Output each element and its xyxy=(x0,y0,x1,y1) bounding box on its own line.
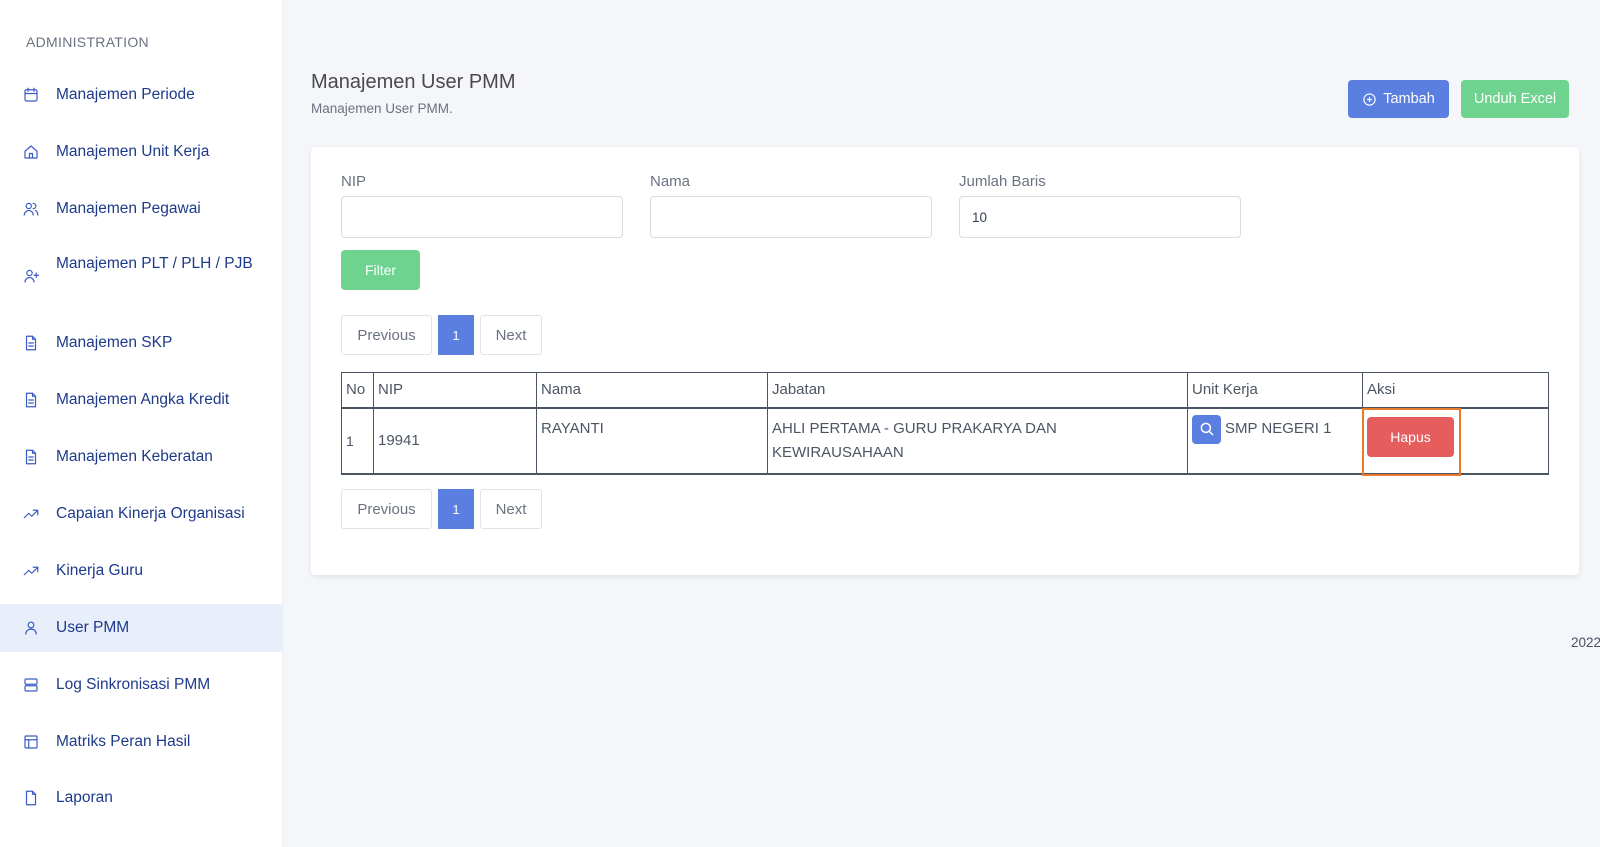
users-icon xyxy=(21,199,41,219)
sidebar-item-manajemen-pegawai[interactable]: Manajemen Pegawai xyxy=(0,197,283,221)
previous-button[interactable]: Previous xyxy=(341,489,432,529)
column-header-nama: Nama xyxy=(536,372,768,409)
trending-up-icon xyxy=(21,504,41,524)
column-header-nip: NIP xyxy=(373,372,537,409)
next-button[interactable]: Next xyxy=(480,489,542,529)
sidebar-item-label: Capaian Kinerja Organisasi xyxy=(56,505,245,522)
layout-icon xyxy=(21,732,41,752)
column-header-jabatan: Jabatan xyxy=(767,372,1188,409)
server-icon xyxy=(21,675,41,695)
delete-button[interactable]: Hapus xyxy=(1367,416,1454,457)
search-icon xyxy=(1200,422,1214,436)
footer-year: 2022 xyxy=(1571,635,1600,650)
cell-jabatan: AHLI PERTAMA - GURU PRAKARYA DAN KEWIRAU… xyxy=(767,407,1188,475)
user-pmm-card: NIP Nama Jumlah Baris Filter Previous 1 … xyxy=(311,147,1579,575)
sidebar-item-label: User PMM xyxy=(56,619,130,636)
page-1-button[interactable]: 1 xyxy=(438,315,474,355)
sidebar: ADMINISTRATION Manajemen Periode Manajem… xyxy=(0,0,283,847)
sidebar-item-label: Manajemen Periode xyxy=(56,86,195,103)
cell-nip: 19941 xyxy=(373,407,537,475)
sidebar-item-log-sinkronisasi-pmm[interactable]: Log Sinkronisasi PMM xyxy=(0,673,283,697)
sidebar-item-manajemen-periode[interactable]: Manajemen Periode xyxy=(0,83,283,107)
nip-input[interactable] xyxy=(341,196,623,238)
sidebar-item-label: Manajemen Keberatan xyxy=(56,448,213,465)
sidebar-item-label: Log Sinkronisasi PMM xyxy=(56,676,211,693)
sidebar-item-laporan[interactable]: Laporan xyxy=(0,786,283,810)
sidebar-item-label: Manajemen PLT / PLH / PJB xyxy=(56,255,253,272)
page-title: Manajemen User PMM xyxy=(311,71,516,93)
table-row: 1 19941 RAYANTI AHLI PERTAMA - GURU PRAK… xyxy=(341,407,1549,476)
column-header-aksi: Aksi xyxy=(1362,372,1549,409)
sidebar-item-label: Manajemen SKP xyxy=(56,334,173,351)
add-button[interactable]: Tambah xyxy=(1348,80,1449,118)
add-button-label: Tambah xyxy=(1383,91,1435,107)
rows-input[interactable] xyxy=(959,196,1241,238)
sidebar-item-label: Manajemen Angka Kredit xyxy=(56,391,230,408)
sidebar-item-manajemen-angka-kredit[interactable]: Manajemen Angka Kredit xyxy=(0,388,283,412)
nama-label: Nama xyxy=(650,173,691,190)
column-header-no: No xyxy=(341,372,374,409)
previous-button[interactable]: Previous xyxy=(341,315,432,355)
sidebar-item-manajemen-plt[interactable]: Manajemen PLT / PLH / PJB xyxy=(0,253,283,299)
sidebar-item-capaian-kinerja-organisasi[interactable]: Capaian Kinerja Organisasi xyxy=(0,502,283,526)
sidebar-item-label: Laporan xyxy=(56,789,113,806)
sidebar-item-user-pmm[interactable]: User PMM xyxy=(0,604,283,652)
sidebar-item-matriks-peran-hasil[interactable]: Matriks Peran Hasil xyxy=(0,730,283,754)
trending-up-icon xyxy=(21,561,41,581)
sidebar-item-label: Kinerja Guru xyxy=(56,562,144,579)
nama-input[interactable] xyxy=(650,196,932,238)
next-button[interactable]: Next xyxy=(480,315,542,355)
cell-unit-kerja: SMP NEGERI 1 xyxy=(1187,407,1363,475)
sidebar-item-kinerja-guru[interactable]: Kinerja Guru xyxy=(0,559,283,583)
sidebar-item-manajemen-unit-kerja[interactable]: Manajemen Unit Kerja xyxy=(0,140,283,164)
sidebar-item-label: Matriks Peran Hasil xyxy=(56,733,191,750)
page-subtitle: Manajemen User PMM. xyxy=(311,101,453,116)
unit-kerja-value: SMP NEGERI 1 xyxy=(1225,419,1332,437)
filter-button[interactable]: Filter xyxy=(341,250,420,290)
cell-no: 1 xyxy=(341,407,374,475)
sidebar-item-label: Manajemen Pegawai xyxy=(56,200,201,217)
rows-label: Jumlah Baris xyxy=(959,173,1046,190)
pagination-top: Previous 1 Next xyxy=(341,315,542,355)
document-icon xyxy=(21,390,41,410)
calendar-icon xyxy=(21,85,41,105)
sidebar-item-manajemen-keberatan[interactable]: Manajemen Keberatan xyxy=(0,445,283,469)
plus-circle-icon xyxy=(1363,92,1376,106)
pagination-bottom: Previous 1 Next xyxy=(341,489,542,529)
document-icon xyxy=(21,447,41,467)
sidebar-heading: ADMINISTRATION xyxy=(26,34,149,50)
sidebar-item-manajemen-skp[interactable]: Manajemen SKP xyxy=(0,331,283,355)
document-icon xyxy=(21,333,41,353)
page-1-button[interactable]: 1 xyxy=(438,489,474,529)
column-header-unit-kerja: Unit Kerja xyxy=(1187,372,1363,409)
download-excel-button[interactable]: Unduh Excel xyxy=(1461,80,1569,118)
table-header-row: No NIP Nama Jabatan Unit Kerja Aksi xyxy=(341,372,1549,409)
user-icon xyxy=(21,618,41,638)
user-table: No NIP Nama Jabatan Unit Kerja Aksi 1 19… xyxy=(341,372,1549,476)
home-icon xyxy=(21,142,41,162)
user-plus-icon xyxy=(21,266,41,286)
file-icon xyxy=(21,788,41,808)
sidebar-item-label: Manajemen Unit Kerja xyxy=(56,143,210,160)
view-unit-button[interactable] xyxy=(1192,414,1221,444)
nip-label: NIP xyxy=(341,173,367,190)
cell-aksi: Hapus xyxy=(1362,407,1549,476)
cell-nama: RAYANTI xyxy=(536,407,768,475)
